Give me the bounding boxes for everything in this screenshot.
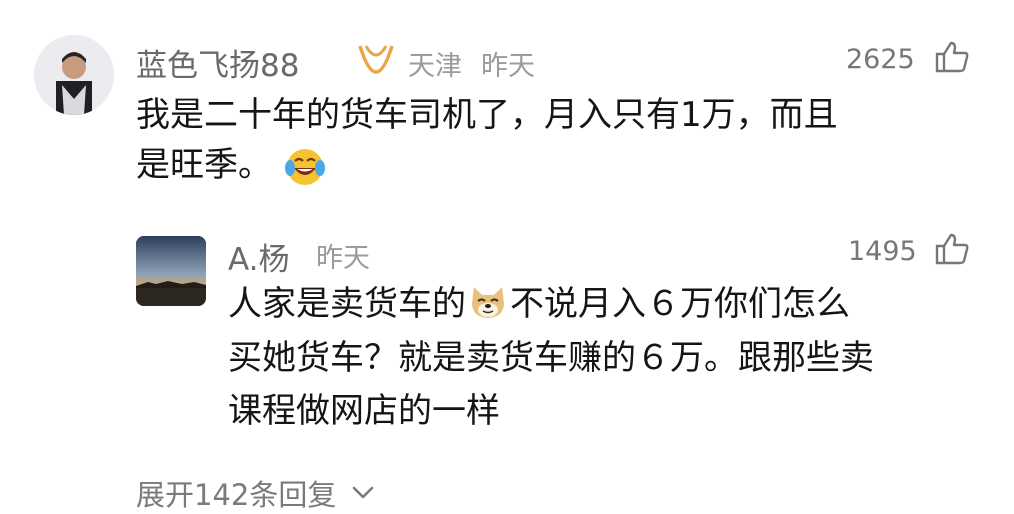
reply-text-line-1: 人家是卖货车的 不说月入６万你们怎么 [228,279,850,329]
comment-text-line-1: 我是二十年的货车司机了，月入只有1万，而且 [136,95,838,135]
reply-avatar-photo [136,236,206,306]
reply-username[interactable]: A.杨 [228,234,290,279]
avatar-photo [34,35,114,115]
reply-thumbs-up-icon[interactable] [934,232,970,266]
chevron-down-icon [352,486,374,500]
avatar[interactable] [34,35,114,115]
reply-time: 昨天 [316,243,370,274]
reply-text-line-2: 买她货车？就是卖货车赚的６万。跟那些卖 [228,338,874,378]
comment-like-count: 2625 [846,44,915,75]
reply-text-part-2: 不说月入６万你们怎么 [510,284,850,324]
reply-like-count: 1495 [848,236,917,267]
reply-avatar[interactable] [136,236,206,306]
comment-text-line-2: 是旺季。 [136,145,272,185]
comment-username[interactable]: 蓝色飞扬88 [136,40,299,85]
comment-time: 昨天 [481,51,535,82]
comment-location: 天津 [408,51,462,82]
thumbs-up-icon[interactable] [934,40,970,74]
reply-text-line-3: 课程做网店的一样 [228,391,500,431]
doge-emoji [468,283,508,321]
reply-text-part-1: 人家是卖货车的 [228,284,466,324]
laugh-cry-emoji [284,146,326,188]
vip-badge-icon [356,42,396,76]
